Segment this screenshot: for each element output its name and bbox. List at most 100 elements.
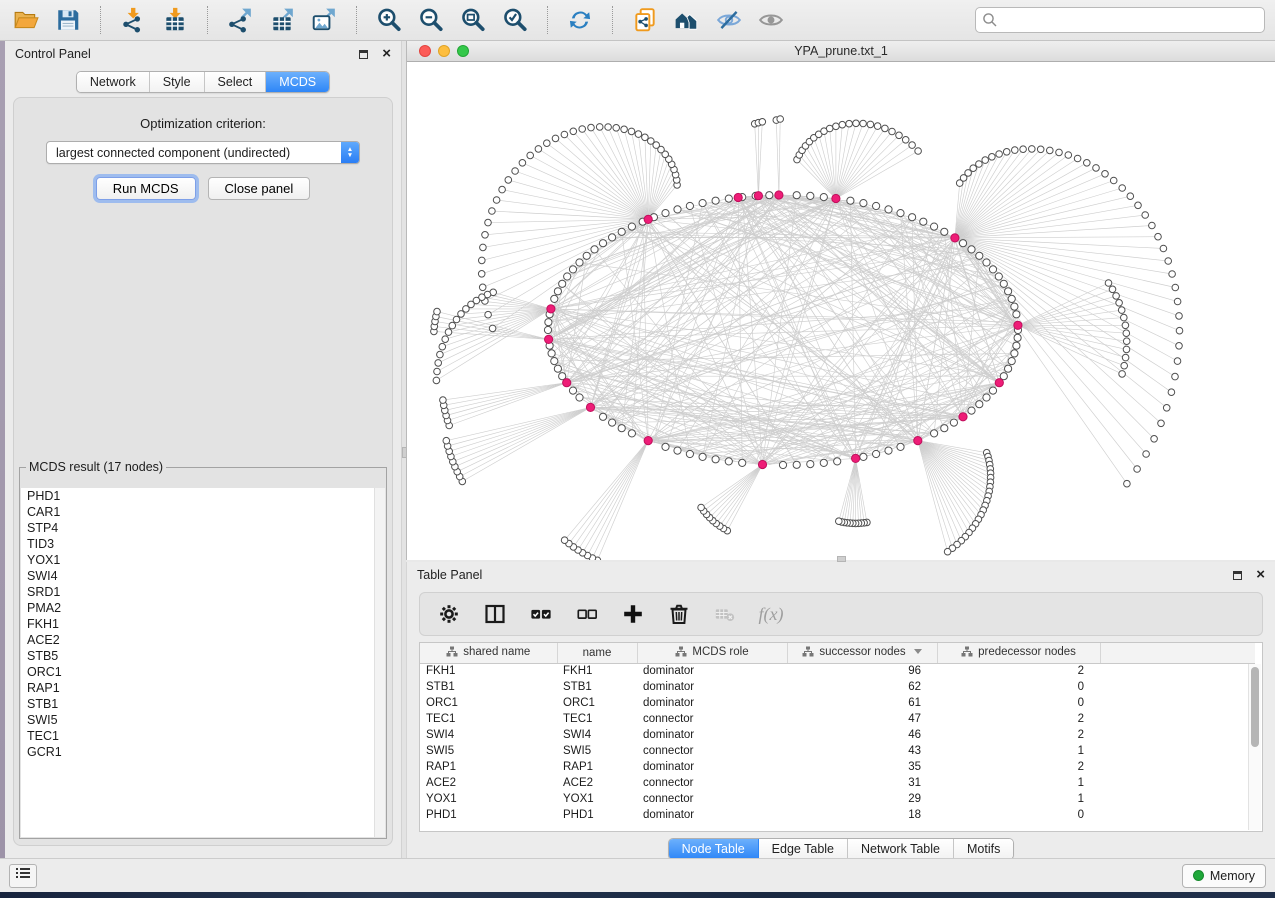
mcds-result-scrollbar[interactable] — [374, 488, 385, 837]
export-network-icon[interactable] — [224, 4, 256, 36]
table-cell[interactable]: 2 — [937, 727, 1100, 743]
mcds-result-item[interactable]: STB5 — [21, 648, 385, 664]
table-cell[interactable]: PHD1 — [420, 807, 557, 823]
float-window-icon[interactable] — [359, 50, 368, 59]
save-session-icon[interactable] — [52, 4, 84, 36]
table-cell[interactable]: 0 — [937, 695, 1100, 711]
task-history-button[interactable] — [9, 864, 37, 888]
table-cell[interactable]: 46 — [787, 727, 937, 743]
tab-network-table[interactable]: Network Table — [848, 839, 954, 859]
mcds-result-item[interactable]: STB1 — [21, 696, 385, 712]
table-cell[interactable]: dominator — [637, 679, 787, 695]
table-row[interactable]: RAP1RAP1dominator352 — [420, 759, 1255, 775]
close-table-panel-icon[interactable]: × — [1256, 570, 1265, 580]
table-cell[interactable]: 0 — [937, 679, 1100, 695]
table-cell[interactable]: ACE2 — [557, 775, 637, 791]
column-header-shared-name[interactable]: shared name — [420, 643, 557, 663]
mcds-result-item[interactable]: PHD1 — [21, 488, 385, 504]
table-cell[interactable]: SWI5 — [420, 743, 557, 759]
zoom-fit-icon[interactable] — [457, 4, 489, 36]
table-cell[interactable]: 31 — [787, 775, 937, 791]
table-cell[interactable]: RAP1 — [420, 759, 557, 775]
table-cell[interactable]: FKH1 — [420, 663, 557, 679]
export-table-icon[interactable] — [266, 4, 298, 36]
import-table-icon[interactable] — [159, 4, 191, 36]
minimize-window-icon[interactable] — [438, 45, 450, 57]
table-cell[interactable]: TEC1 — [420, 711, 557, 727]
table-cell[interactable]: dominator — [637, 663, 787, 679]
table-cell[interactable]: 62 — [787, 679, 937, 695]
table-cell[interactable]: 0 — [937, 807, 1100, 823]
create-new-column-icon[interactable] — [620, 601, 646, 627]
close-panel-icon[interactable]: × — [382, 49, 391, 59]
close-panel-button[interactable]: Close panel — [208, 177, 311, 200]
mcds-result-item[interactable]: GCR1 — [21, 744, 385, 760]
table-cell[interactable]: 1 — [937, 743, 1100, 759]
column-header-name[interactable]: name — [557, 643, 637, 663]
mcds-result-item[interactable]: FKH1 — [21, 616, 385, 632]
table-row[interactable]: PHD1PHD1dominator180 — [420, 807, 1255, 823]
show-all-icon[interactable] — [755, 4, 787, 36]
table-cell[interactable]: connector — [637, 791, 787, 807]
table-cell[interactable]: PHD1 — [557, 807, 637, 823]
table-cell[interactable]: STB1 — [557, 679, 637, 695]
mcds-result-item[interactable]: STP4 — [21, 520, 385, 536]
table-cell[interactable]: dominator — [637, 807, 787, 823]
table-cell[interactable]: ORC1 — [557, 695, 637, 711]
mcds-result-item[interactable]: TID3 — [21, 536, 385, 552]
table-cell[interactable]: STB1 — [420, 679, 557, 695]
select-all-columns-icon[interactable] — [528, 601, 554, 627]
tab-select[interactable]: Select — [205, 72, 267, 92]
table-cell[interactable]: RAP1 — [557, 759, 637, 775]
table-cell[interactable]: 1 — [937, 775, 1100, 791]
tab-mcds[interactable]: MCDS — [266, 72, 329, 92]
table-row[interactable]: STB1STB1dominator620 — [420, 679, 1255, 695]
table-cell[interactable]: SWI4 — [420, 727, 557, 743]
optimization-criterion-select[interactable]: largest connected component (undirected)… — [46, 141, 360, 164]
tab-network[interactable]: Network — [77, 72, 150, 92]
table-cell[interactable]: 29 — [787, 791, 937, 807]
table-cell[interactable]: FKH1 — [557, 663, 637, 679]
run-mcds-button[interactable]: Run MCDS — [96, 177, 196, 200]
table-cell[interactable]: TEC1 — [557, 711, 637, 727]
table-scrollbar-thumb[interactable] — [1251, 667, 1259, 747]
table-cell[interactable]: ORC1 — [420, 695, 557, 711]
zoom-out-icon[interactable] — [415, 4, 447, 36]
open-file-icon[interactable] — [10, 4, 42, 36]
new-network-from-selection-icon[interactable] — [629, 4, 661, 36]
hide-selected-icon[interactable] — [713, 4, 745, 36]
table-cell[interactable]: dominator — [637, 759, 787, 775]
column-header-predecessor-nodes[interactable]: predecessor nodes — [937, 643, 1100, 663]
table-cell[interactable]: connector — [637, 743, 787, 759]
table-cell[interactable]: ACE2 — [420, 775, 557, 791]
import-network-icon[interactable] — [117, 4, 149, 36]
refresh-icon[interactable] — [564, 4, 596, 36]
tab-node-table[interactable]: Node Table — [669, 839, 759, 859]
table-cell[interactable]: 35 — [787, 759, 937, 775]
mcds-result-item[interactable]: SWI5 — [21, 712, 385, 728]
function-builder-icon[interactable]: f(x) — [758, 601, 784, 627]
table-scrollbar-track[interactable] — [1248, 664, 1261, 830]
table-cell[interactable]: YOX1 — [557, 791, 637, 807]
mcds-result-item[interactable]: ORC1 — [21, 664, 385, 680]
tab-edge-table[interactable]: Edge Table — [759, 839, 848, 859]
zoom-selected-icon[interactable] — [499, 4, 531, 36]
table-cell[interactable]: 47 — [787, 711, 937, 727]
table-cell[interactable]: connector — [637, 775, 787, 791]
table-cell[interactable]: 2 — [937, 711, 1100, 727]
table-cell[interactable]: dominator — [637, 695, 787, 711]
network-canvas[interactable] — [407, 62, 1275, 560]
column-header-MCDS-role[interactable]: MCDS role — [637, 643, 787, 663]
table-row[interactable]: SWI4SWI4dominator462 — [420, 727, 1255, 743]
delete-table-icon[interactable] — [712, 601, 738, 627]
table-cell[interactable]: YOX1 — [420, 791, 557, 807]
settings-gear-icon[interactable] — [436, 601, 462, 627]
table-row[interactable]: ACE2ACE2connector311 — [420, 775, 1255, 791]
mcds-result-item[interactable]: CAR1 — [21, 504, 385, 520]
table-cell[interactable]: 18 — [787, 807, 937, 823]
table-cell[interactable]: SWI4 — [557, 727, 637, 743]
close-window-icon[interactable] — [419, 45, 431, 57]
mcds-result-item[interactable]: ACE2 — [21, 632, 385, 648]
toggle-column-display-icon[interactable] — [482, 601, 508, 627]
table-cell[interactable]: SWI5 — [557, 743, 637, 759]
